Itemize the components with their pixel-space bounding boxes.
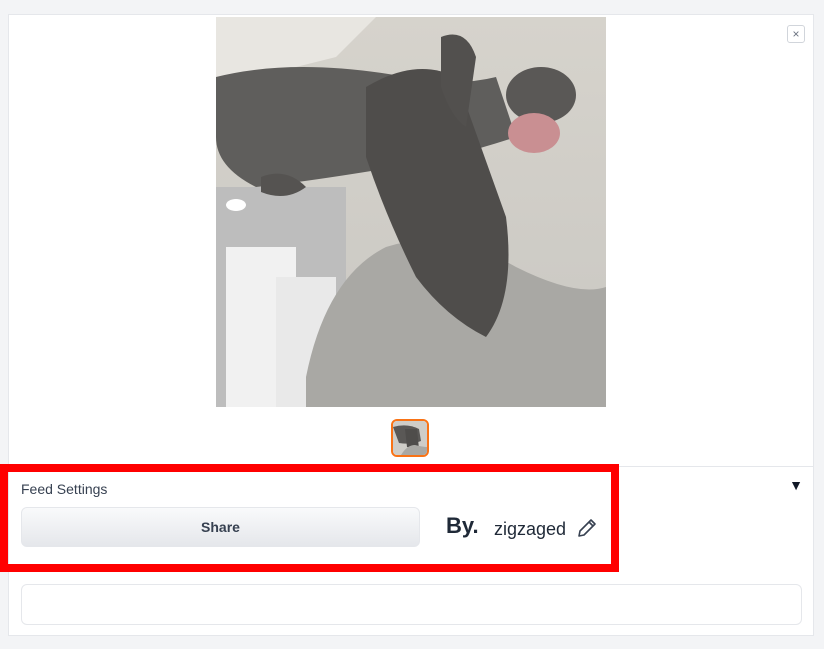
image-thumbnail[interactable] <box>391 419 429 457</box>
feed-settings-label: Feed Settings <box>21 481 108 497</box>
text-input-field[interactable] <box>21 584 802 625</box>
share-button[interactable]: Share <box>21 507 420 547</box>
main-image[interactable] <box>216 17 606 407</box>
close-icon[interactable]: × <box>787 25 805 43</box>
by-label: By. <box>446 513 479 538</box>
feed-settings-section: Feed Settings Share By. zigzaged <box>0 464 619 572</box>
collapse-toggle-icon[interactable]: ▼ <box>789 477 803 493</box>
image-gallery: × <box>9 15 813 467</box>
image-panel: × ▼ Feed Settings Share By. zigzaged <box>0 14 814 636</box>
pencil-edit-icon[interactable] <box>575 516 599 540</box>
username-text: zigzaged <box>494 519 567 539</box>
